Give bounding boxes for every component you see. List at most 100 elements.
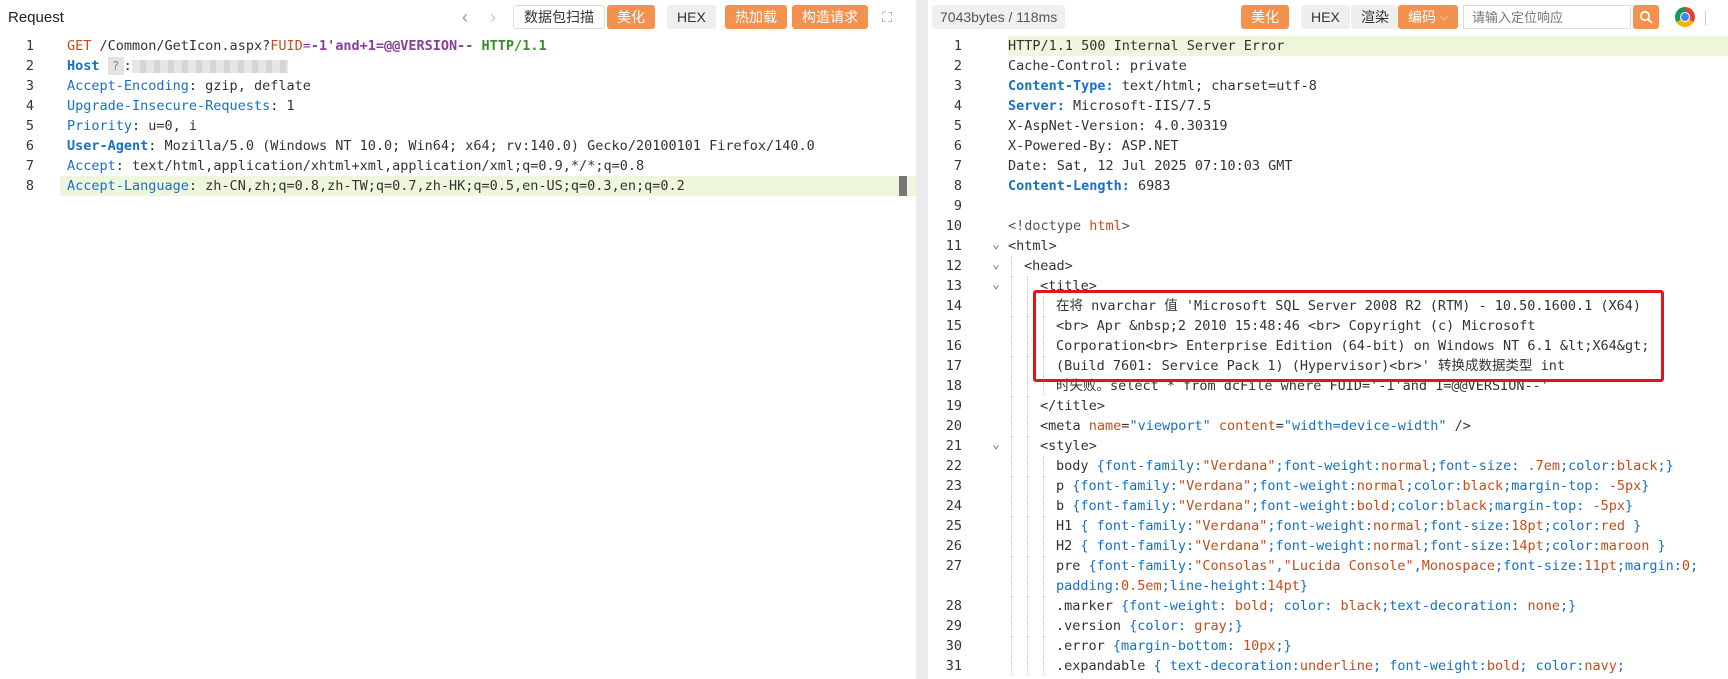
code-token: ;font-weight: bbox=[1267, 538, 1374, 554]
indent-guide bbox=[1011, 616, 1012, 636]
code-token: 0 bbox=[1681, 558, 1691, 574]
indent-guide bbox=[1011, 416, 1012, 436]
fold-chevron-icon[interactable]: ⌄ bbox=[989, 435, 1003, 455]
code-token: = bbox=[1275, 418, 1284, 434]
back-arrow-icon[interactable]: ‹ bbox=[454, 5, 476, 29]
code-line: 8 Content-Length: 6983 bbox=[954, 176, 1728, 196]
toolbar-separator bbox=[1705, 11, 1706, 25]
code-token: ;margin: bbox=[1616, 558, 1682, 574]
code-token: "Verdana" bbox=[1202, 458, 1276, 474]
code-line: 25 H1 { font-family:"Verdana";font-weight… bbox=[946, 516, 1728, 536]
code-token: ;color: bbox=[1389, 498, 1447, 514]
code-token: "Verdana" bbox=[1177, 478, 1252, 494]
fold-chevron-icon[interactable]: ⌄ bbox=[989, 275, 1003, 295]
indent-guide bbox=[1027, 596, 1028, 616]
fold-chevron-icon[interactable]: ⌄ bbox=[989, 255, 1003, 275]
fold-chevron-icon[interactable]: ⌄ bbox=[989, 235, 1003, 255]
build-request-button[interactable]: 构造请求 bbox=[792, 5, 868, 29]
line-number: 22 bbox=[945, 458, 962, 474]
indent-guide bbox=[1027, 376, 1028, 396]
code-text: .version {color: gray;} bbox=[1056, 616, 1243, 636]
request-hex-button[interactable]: HEX bbox=[667, 5, 716, 29]
code-token: ;font-size: bbox=[1494, 558, 1585, 574]
code-text: Server: Microsoft-IIS/7.5 bbox=[1008, 96, 1211, 116]
indent-guide bbox=[1027, 296, 1028, 316]
code-text: <meta name="viewport" content="width=dev… bbox=[1040, 416, 1471, 436]
code-token: X-Powered-By: ASP.NET bbox=[1008, 138, 1179, 154]
encoding-dropdown[interactable]: 编码 ⌵ bbox=[1398, 5, 1459, 29]
packet-scan-button[interactable]: 数据包扫描 bbox=[513, 5, 605, 29]
indent-guide bbox=[1011, 356, 1012, 376]
code-text: Accept-Language: zh-CN,zh;q=0.8,zh-TW;q=… bbox=[67, 176, 685, 196]
chrome-icon[interactable] bbox=[1675, 7, 1695, 27]
indent-guide bbox=[1011, 516, 1012, 536]
search-button[interactable] bbox=[1633, 5, 1659, 29]
line-number: 4 bbox=[953, 98, 962, 114]
line-number: 27 bbox=[945, 558, 962, 574]
indent-guide bbox=[1027, 396, 1028, 416]
indent-guide bbox=[1027, 636, 1028, 656]
line-number: 13 bbox=[945, 278, 962, 294]
code-token: "Verdana" bbox=[1177, 498, 1252, 514]
code-line: 4 Upgrade-Insecure-Requests: 1 bbox=[26, 96, 916, 116]
indent-guide bbox=[1011, 656, 1012, 676]
code-token: {font-family: bbox=[1072, 478, 1178, 494]
code-text: <html> bbox=[1008, 236, 1057, 256]
code-token: "Consolas" bbox=[1194, 558, 1276, 574]
code-token: -5px bbox=[1608, 478, 1642, 494]
code-line: 8 Accept-Language: zh-CN,zh;q=0.8,zh-TW;q… bbox=[26, 176, 916, 196]
hot-load-button[interactable]: 热加载 bbox=[725, 5, 787, 29]
code-line: 6 X-Powered-By: ASP.NET bbox=[954, 136, 1728, 156]
response-panel: 7043bytes / 118ms 美化 HEX 渲染 编码 ⌵ 1 HTTP/1… bbox=[928, 0, 1728, 679]
response-size-info: 7043bytes / 118ms bbox=[932, 5, 1066, 29]
code-line: 7 Accept: text/html,application/xhtml+xml… bbox=[26, 156, 916, 176]
indent-guide bbox=[1011, 636, 1012, 656]
code-token: ;} bbox=[1275, 638, 1292, 654]
code-text: b {font-family:"Verdana";font-weight:bol… bbox=[1056, 496, 1633, 516]
request-editor[interactable]: 1 GET /Common/GetIcon.aspx?FUID=-1'and+1=… bbox=[0, 36, 916, 679]
code-line: 19 </title> bbox=[946, 396, 1728, 416]
request-scrollbar-thumb[interactable] bbox=[899, 176, 907, 196]
code-token: } bbox=[1299, 578, 1308, 594]
line-number: 9 bbox=[953, 198, 962, 214]
code-line: padding:0.5em;line-height:14pt} bbox=[1008, 576, 1728, 596]
indent-guide bbox=[1043, 656, 1044, 676]
fullscreen-icon[interactable]: ⛶ bbox=[876, 5, 898, 29]
code-text: .marker {font-weight: bold; color: black… bbox=[1056, 596, 1576, 616]
code-token: Host bbox=[67, 58, 100, 74]
code-token: bold bbox=[1234, 598, 1268, 614]
line-number: 5 bbox=[953, 118, 962, 134]
code-token: : 1 bbox=[270, 98, 295, 114]
code-token: H2 bbox=[1056, 538, 1081, 554]
indent-guide bbox=[1043, 496, 1044, 516]
code-token: } bbox=[1625, 518, 1642, 534]
line-number: 2 bbox=[953, 58, 962, 74]
code-token: ;} bbox=[1559, 598, 1577, 614]
panel-divider[interactable] bbox=[916, 0, 928, 679]
code-token: {font-family: bbox=[1096, 458, 1203, 474]
response-beautify-button[interactable]: 美化 bbox=[1241, 5, 1289, 29]
code-token: ; color: bbox=[1519, 658, 1585, 674]
code-token: User-Agent bbox=[67, 138, 149, 154]
indent-guide bbox=[1011, 256, 1012, 276]
code-token: ;} bbox=[1226, 618, 1243, 634]
hint-icon[interactable]: ? bbox=[107, 57, 124, 75]
response-hex-button[interactable]: HEX bbox=[1301, 5, 1350, 29]
locate-response-input[interactable] bbox=[1463, 5, 1631, 29]
code-text: X-Powered-By: ASP.NET bbox=[1008, 136, 1179, 156]
forward-arrow-icon[interactable]: › bbox=[482, 5, 504, 29]
line-number: 1 bbox=[953, 38, 962, 54]
indent-guide bbox=[1027, 476, 1028, 496]
code-token: ; color: bbox=[1267, 598, 1341, 614]
render-button[interactable]: 渲染 bbox=[1351, 5, 1399, 29]
request-beautify-button[interactable]: 美化 bbox=[607, 5, 655, 29]
line-number: 11 bbox=[945, 238, 962, 254]
code-line: 22 body {font-family:"Verdana";font-weigh… bbox=[946, 456, 1728, 476]
code-line: 6 User-Agent: Mozilla/5.0 (Windows NT 10.… bbox=[26, 136, 916, 156]
code-token: Date: Sat, 12 Jul 2025 07:10:03 GMT bbox=[1008, 158, 1293, 174]
code-line: 2 Cache-Control: private bbox=[954, 56, 1728, 76]
code-line: 11 ⌄ <html> bbox=[946, 236, 1728, 256]
code-text: Accept-Encoding: gzip, deflate bbox=[67, 76, 311, 96]
code-line: 1 GET /Common/GetIcon.aspx?FUID=-1'and+1=… bbox=[26, 36, 916, 56]
code-token: ;text-decoration: bbox=[1381, 598, 1528, 614]
